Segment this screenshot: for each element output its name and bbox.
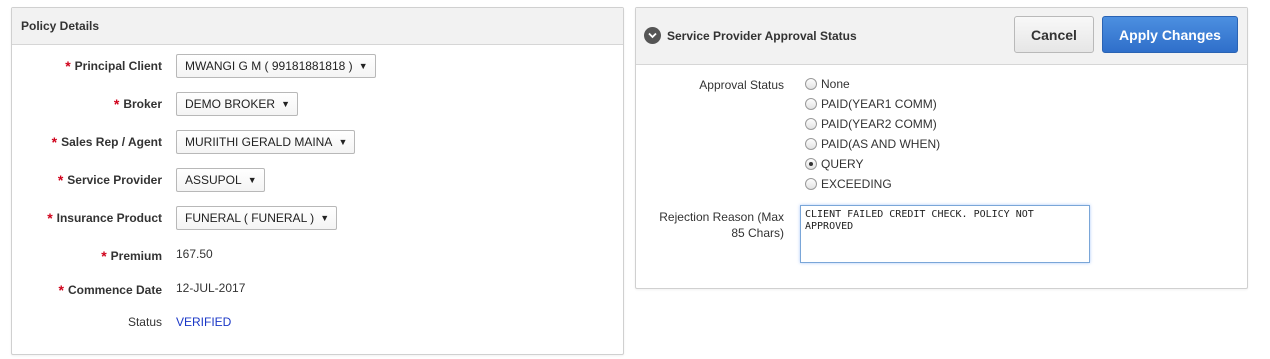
radio-label: None: [821, 77, 850, 91]
radio-label: EXCEEDING: [821, 177, 892, 191]
required-marker: *: [51, 134, 58, 150]
commence-date-value: 12-JUL-2017: [176, 281, 246, 295]
commence-date-label: * Commence Date: [58, 282, 162, 298]
principal-client-label: * Principal Client: [65, 58, 162, 74]
collapse-chevron-icon[interactable]: [644, 27, 661, 44]
radio-button[interactable]: [805, 118, 817, 130]
radio-button-selected[interactable]: [805, 158, 817, 170]
service-provider-select[interactable]: ASSUPOL ▼: [176, 168, 265, 192]
sales-rep-label: * Sales Rep / Agent: [51, 134, 162, 150]
radio-button[interactable]: [805, 138, 817, 150]
policy-details-panel: Policy Details * Principal Client MWANGI …: [11, 7, 624, 355]
insurance-product-value: FUNERAL ( FUNERAL ): [185, 211, 315, 225]
cancel-button[interactable]: Cancel: [1014, 16, 1094, 53]
radio-button[interactable]: [805, 98, 817, 110]
chevron-down-icon: ▼: [247, 175, 257, 185]
approval-status-header: Service Provider Approval Status Cancel …: [636, 8, 1247, 65]
broker-select[interactable]: DEMO BROKER ▼: [176, 92, 299, 116]
apply-changes-button[interactable]: Apply Changes: [1102, 16, 1238, 53]
principal-client-select[interactable]: MWANGI G M ( 99181881818 ) ▼: [176, 54, 376, 78]
sales-rep-value: MURIITHI GERALD MAINA: [185, 135, 333, 149]
service-provider-value: ASSUPOL: [185, 173, 242, 187]
approval-status-panel: Service Provider Approval Status Cancel …: [635, 7, 1248, 289]
radio-label: PAID(AS AND WHEN): [821, 137, 941, 151]
approval-status-title: Service Provider Approval Status: [667, 29, 857, 43]
premium-value: 167.50: [176, 247, 213, 261]
broker-value: DEMO BROKER: [185, 97, 276, 111]
insurance-product-label: * Insurance Product: [47, 210, 162, 226]
approval-status-label: Approval Status: [699, 78, 784, 92]
chevron-down-icon: ▼: [281, 99, 291, 109]
radio-label: QUERY: [821, 157, 864, 171]
chevron-down-icon: ▼: [320, 213, 330, 223]
status-label: Status: [127, 315, 162, 329]
policy-details-header: Policy Details: [12, 8, 623, 45]
chevron-down-icon: ▼: [338, 137, 348, 147]
chevron-down-icon: ▼: [358, 61, 368, 71]
service-provider-label: * Service Provider: [57, 172, 162, 188]
insurance-product-select[interactable]: FUNERAL ( FUNERAL ) ▼: [176, 206, 338, 230]
sales-rep-select[interactable]: MURIITHI GERALD MAINA ▼: [176, 130, 356, 154]
radio-button[interactable]: [805, 78, 817, 90]
principal-client-value: MWANGI G M ( 99181881818 ): [185, 59, 353, 73]
required-marker: *: [57, 172, 64, 188]
radio-label: PAID(YEAR1 COMM): [821, 97, 937, 111]
premium-label: * Premium: [101, 248, 162, 264]
broker-label: * Broker: [113, 96, 162, 112]
status-value: VERIFIED: [176, 315, 232, 329]
required-marker: *: [47, 210, 53, 226]
required-marker: *: [101, 248, 107, 264]
policy-details-title: Policy Details: [21, 19, 100, 33]
radio-label: PAID(YEAR2 COMM): [821, 117, 937, 131]
rejection-reason-textarea[interactable]: CLIENT FAILED CREDIT CHECK. POLICY NOT A…: [800, 205, 1090, 263]
required-marker: *: [58, 282, 64, 298]
required-marker: *: [113, 96, 120, 112]
rejection-reason-label: Rejection Reason (Max 85 Chars): [659, 210, 784, 240]
required-marker: *: [65, 58, 71, 74]
radio-button[interactable]: [805, 178, 817, 190]
